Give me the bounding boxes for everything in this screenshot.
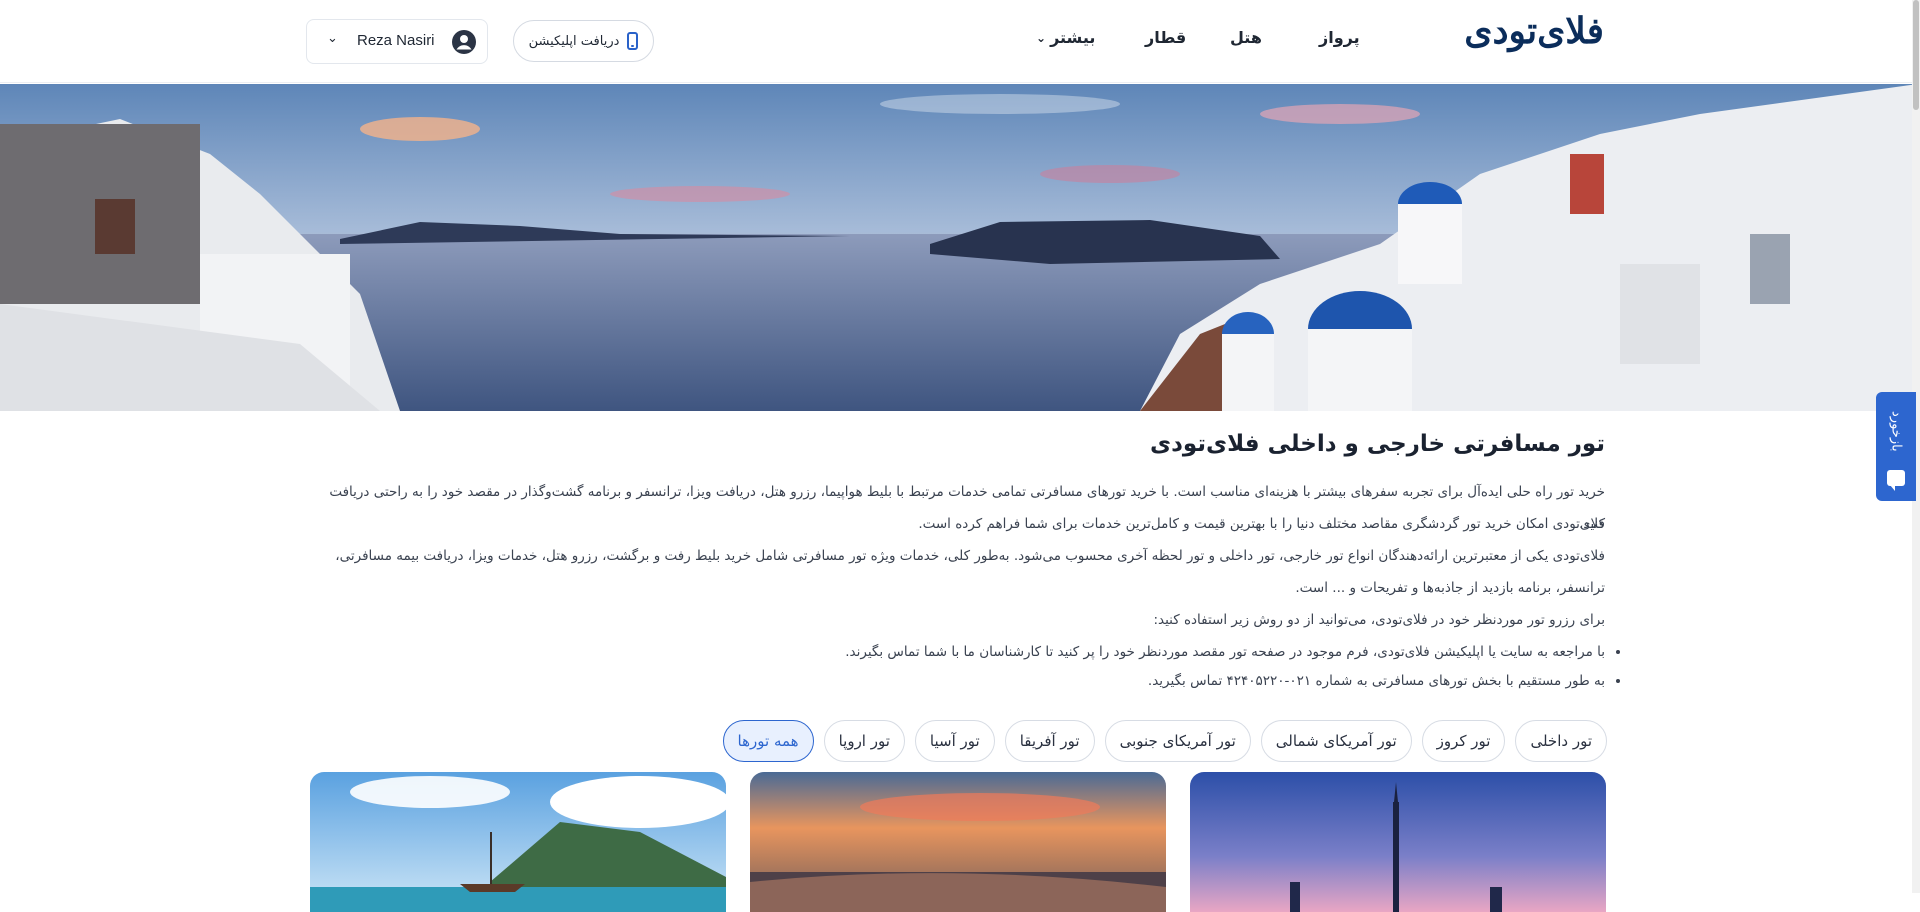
filter-domestic-tours[interactable]: تور داخلی [1515,720,1607,762]
filter-south-america-tours[interactable]: تور آمریکای جنوبی [1104,720,1251,762]
site-logo[interactable]: فلای‌تودی [1464,10,1605,52]
get-app-button[interactable]: دریافت اپلیکیشن [513,20,654,62]
nav-hotel[interactable]: هتل [1230,28,1262,47]
nav-flight[interactable]: پرواز [1319,28,1360,47]
tour-card-image[interactable] [310,772,726,912]
tour-card-image[interactable] [1190,772,1606,912]
page-scrollbar-thumb[interactable] [1913,0,1919,110]
user-account-menu[interactable]: ⌄ Reza Nasiri [306,19,488,64]
intro-paragraph-3: فلای‌تودی یکی از معتبرترین ارائه‌دهندگان… [335,548,1605,596]
chevron-down-icon: ⌄ [327,31,338,46]
top-header: فلای‌تودی پرواز هتل قطار بیشتر ⌄ دریافت … [0,0,1920,83]
hero-banner-image [0,84,1918,411]
list-item: به طور مستقیم با بخش تورهای مسافرتی به ش… [307,667,1605,696]
tour-card-image[interactable] [750,772,1166,912]
nav-train[interactable]: قطار [1145,28,1186,47]
filter-north-america-tours[interactable]: تور آمریکای شمالی [1260,720,1412,762]
chat-icon [1887,470,1905,491]
mobile-phone-icon [627,32,639,50]
intro-paragraph-2: فلای‌تودی امکان خرید تور گردشگری مقاصد م… [918,516,1605,532]
page-title: تور مسافرتی خارجی و داخلی فلای‌تودی [1150,431,1605,457]
filter-cruise-tours[interactable]: تور کروز [1421,720,1506,762]
intro-paragraph-4: برای رزرو تور موردنظر خود در فلای‌تودی، … [1153,612,1605,628]
nav-more-menu[interactable]: بیشتر ⌄ [1036,28,1095,47]
get-app-label: دریافت اپلیکیشن [528,33,620,49]
feedback-label: بازخورد [1888,410,1904,452]
booking-methods-list: با مراجعه به سایت یا اپلیکیشن فلای‌تودی،… [307,638,1629,696]
list-item: با مراجعه به سایت یا اپلیکیشن فلای‌تودی،… [307,638,1605,667]
filter-africa-tours[interactable]: تور آفریقا [1004,720,1095,762]
chevron-down-icon: ⌄ [1036,30,1047,45]
nav-more-label: بیشتر [1050,28,1096,47]
feedback-tab-button[interactable]: بازخورد [1876,392,1916,501]
filter-asia-tours[interactable]: تور آسیا [914,720,995,762]
tour-category-filters: همه تورها تور اروپا تور آسیا تور آفریقا … [722,720,1607,762]
filter-europe-tours[interactable]: تور اروپا [823,720,905,762]
filter-all-tours[interactable]: همه تورها [722,720,814,762]
user-avatar-icon [452,30,476,54]
user-name: Reza Nasiri [357,32,435,49]
